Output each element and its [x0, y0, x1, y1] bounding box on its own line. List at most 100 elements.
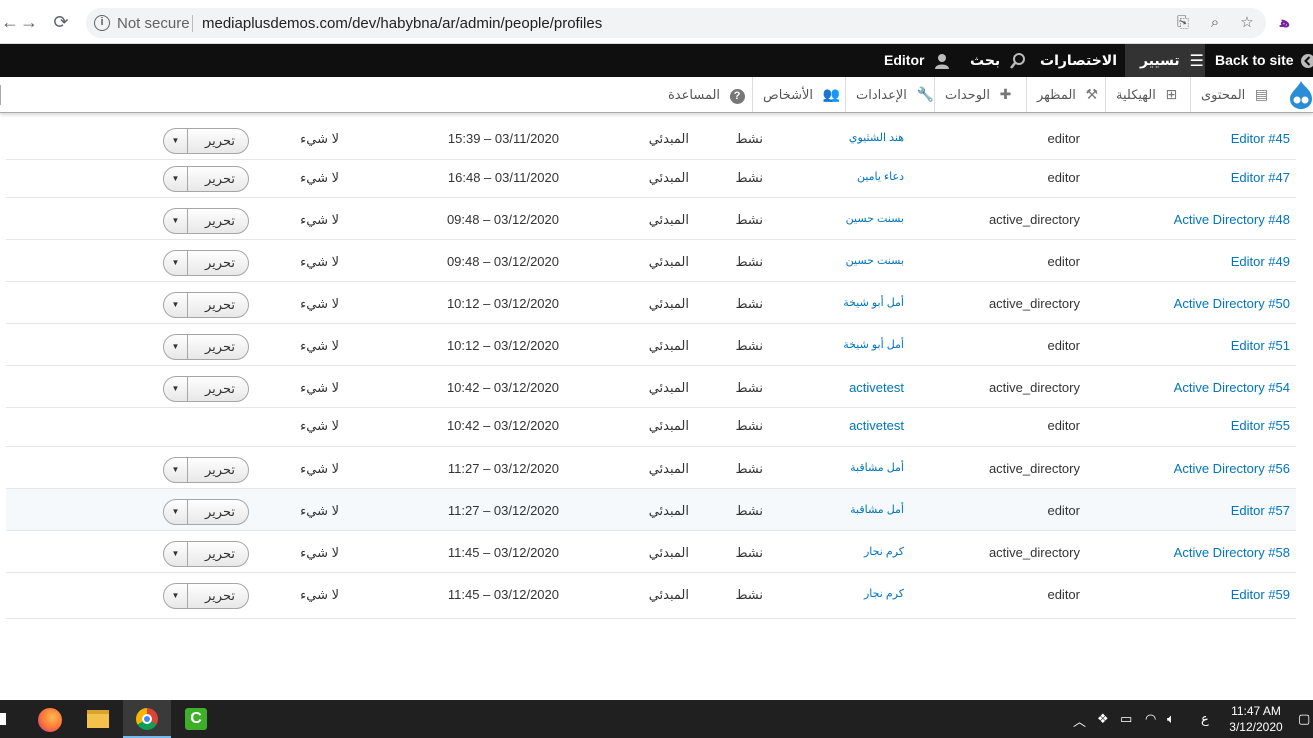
- tray-people[interactable]: الأشخاص 👥: [752, 77, 856, 112]
- edit-button-label[interactable]: تحرير: [192, 542, 248, 566]
- edit-button-label[interactable]: تحرير: [192, 584, 248, 608]
- profile-label-link[interactable]: Editor #59: [1231, 587, 1290, 602]
- wifi-icon[interactable]: ◠: [1145, 711, 1156, 727]
- owner-link[interactable]: activetest: [849, 380, 904, 395]
- profile-label-link[interactable]: Editor #49: [1231, 254, 1290, 269]
- profile-label-link[interactable]: Editor #55: [1231, 418, 1290, 433]
- toolbar-user[interactable]: Editor: [884, 44, 950, 77]
- reload-icon[interactable]: ⟳: [51, 12, 71, 32]
- locked-text: لا شيء: [300, 418, 339, 433]
- edit-dropbutton[interactable]: ▼ تحرير: [163, 250, 249, 276]
- edit-dropbutton[interactable]: ▼ تحرير: [163, 376, 249, 402]
- profile-label-link[interactable]: Editor #57: [1231, 503, 1290, 518]
- clock[interactable]: 11:47 AM 3/12/2020: [1222, 703, 1290, 735]
- edit-button-label[interactable]: تحرير: [192, 209, 248, 233]
- owner-link[interactable]: كرم نجار: [864, 587, 904, 600]
- edit-dropbutton[interactable]: ▼ تحرير: [163, 541, 249, 567]
- tray-structure[interactable]: الهيكلية ⊞: [1105, 77, 1193, 112]
- battery-icon[interactable]: ▭: [1120, 711, 1132, 727]
- back-to-site-link[interactable]: Back to site: [1215, 44, 1313, 77]
- taskbar-firefox[interactable]: [26, 700, 74, 738]
- translate-icon[interactable]: ⎘: [1174, 14, 1192, 32]
- profile-label-link[interactable]: Editor #47: [1231, 170, 1290, 185]
- profile-label-link[interactable]: Active Directory #58: [1174, 545, 1290, 560]
- edit-button-label[interactable]: تحرير: [192, 458, 248, 482]
- profile-label-link[interactable]: Editor #51: [1231, 338, 1290, 353]
- profile-label-link[interactable]: Active Directory #48: [1174, 212, 1290, 227]
- dropdown-arrow-icon[interactable]: ▼: [164, 251, 188, 275]
- edit-dropbutton[interactable]: ▼ تحرير: [163, 292, 249, 318]
- start-button[interactable]: [0, 700, 8, 738]
- edit-button-label[interactable]: تحرير: [192, 251, 248, 275]
- edit-dropbutton[interactable]: ▼ تحرير: [163, 128, 249, 154]
- owner-link[interactable]: بسنت حسين: [846, 254, 904, 267]
- back-to-site-label: Back to site: [1215, 52, 1294, 68]
- info-icon[interactable]: i: [94, 15, 110, 31]
- edit-dropbutton[interactable]: ▼ تحرير: [163, 334, 249, 360]
- volume-icon[interactable]: 🔈︎: [1167, 711, 1175, 727]
- owner-link[interactable]: أمل مشاقبة: [850, 503, 904, 516]
- back-arrow-icon[interactable]: ←: [0, 12, 20, 32]
- tray-appearance[interactable]: المظهر ⚒: [1026, 77, 1114, 112]
- edit-dropbutton[interactable]: ▼ تحرير: [163, 499, 249, 525]
- locked-text: لا شيء: [300, 131, 339, 146]
- bookmark-star-icon[interactable]: ☆: [1238, 14, 1256, 32]
- profile-type: active_directory: [988, 380, 1080, 395]
- edit-dropbutton[interactable]: ▼ تحرير: [163, 457, 249, 483]
- extension-icon[interactable]: ﻫ: [1276, 14, 1294, 32]
- windows-taskbar: C ︿ ❖ ▭ ◠ 🔈︎ ع 11:47 AM 3/12/2020 ▢: [0, 700, 1313, 738]
- security-label[interactable]: Not secure: [117, 15, 190, 32]
- notifications-icon[interactable]: ▢: [1298, 711, 1310, 727]
- owner-link[interactable]: كرم نجار: [864, 545, 904, 558]
- edit-button-label[interactable]: تحرير: [192, 377, 248, 401]
- taskbar-file-explorer[interactable]: [74, 700, 122, 738]
- dropdown-arrow-icon[interactable]: ▼: [164, 335, 188, 359]
- dropdown-arrow-icon[interactable]: ▼: [164, 542, 188, 566]
- owner-link[interactable]: أمل أبو شيخة: [843, 338, 904, 351]
- dropdown-arrow-icon[interactable]: ▼: [164, 458, 188, 482]
- address-bar[interactable]: i Not secure mediaplusdemos.com/dev/haby…: [86, 8, 1266, 38]
- profile-label-link[interactable]: Active Directory #56: [1174, 461, 1290, 476]
- locked-text: لا شيء: [300, 545, 339, 560]
- edit-button-label[interactable]: تحرير: [192, 167, 248, 191]
- edit-button-label[interactable]: تحرير: [192, 500, 248, 524]
- edit-dropbutton[interactable]: ▼ تحرير: [163, 166, 249, 192]
- status-text: نشط: [735, 212, 763, 227]
- owner-link[interactable]: أمل أبو شيخة: [843, 296, 904, 309]
- owner-link[interactable]: أمل مشاقبة: [850, 461, 904, 474]
- owner-link[interactable]: دعاء يامين: [857, 170, 904, 183]
- profile-label-link[interactable]: Active Directory #54: [1174, 380, 1290, 395]
- chevron-up-icon[interactable]: ︿: [1073, 711, 1086, 730]
- zoom-icon[interactable]: ⌕: [1206, 14, 1224, 32]
- tray-appearance-label: المظهر: [1037, 87, 1076, 102]
- edit-button-label[interactable]: تحرير: [192, 293, 248, 317]
- tray-content[interactable]: المحتوى ▤: [1190, 77, 1284, 112]
- toolbar-search[interactable]: بحث: [970, 44, 1026, 77]
- owner-link[interactable]: activetest: [849, 418, 904, 433]
- profile-label-link[interactable]: Active Directory #50: [1174, 296, 1290, 311]
- edit-button-label[interactable]: تحرير: [192, 335, 248, 359]
- owner-link[interactable]: بسنت حسين: [846, 212, 904, 225]
- dropdown-arrow-icon[interactable]: ▼: [164, 209, 188, 233]
- owner-link[interactable]: هند الشثيوي: [849, 131, 904, 144]
- drupal-logo-icon[interactable]: [1287, 80, 1313, 110]
- url-text[interactable]: mediaplusdemos.com/dev/habybna/ar/admin/…: [202, 15, 602, 32]
- tray-help[interactable]: المساعدة ?: [658, 77, 755, 112]
- taskbar-chrome[interactable]: [123, 700, 171, 738]
- toolbar-manage[interactable]: تسيير ☰: [1125, 44, 1205, 77]
- forward-arrow-icon[interactable]: →: [19, 12, 39, 32]
- dropdown-arrow-icon[interactable]: ▼: [164, 293, 188, 317]
- dropdown-arrow-icon[interactable]: ▼: [164, 167, 188, 191]
- edit-dropbutton[interactable]: ▼ تحرير: [163, 208, 249, 234]
- tray-modules[interactable]: الوحدات ✚: [934, 77, 1027, 112]
- edit-dropbutton[interactable]: ▼ تحرير: [163, 583, 249, 609]
- dropbox-icon[interactable]: ❖: [1097, 711, 1109, 727]
- edit-button-label[interactable]: تحرير: [192, 129, 248, 153]
- profile-label-link[interactable]: Editor #45: [1231, 131, 1290, 146]
- dropdown-arrow-icon[interactable]: ▼: [164, 584, 188, 608]
- input-language[interactable]: ع: [1201, 711, 1209, 727]
- dropdown-arrow-icon[interactable]: ▼: [164, 377, 188, 401]
- dropdown-arrow-icon[interactable]: ▼: [164, 500, 188, 524]
- taskbar-camtasia[interactable]: C: [172, 700, 220, 738]
- dropdown-arrow-icon[interactable]: ▼: [164, 129, 188, 153]
